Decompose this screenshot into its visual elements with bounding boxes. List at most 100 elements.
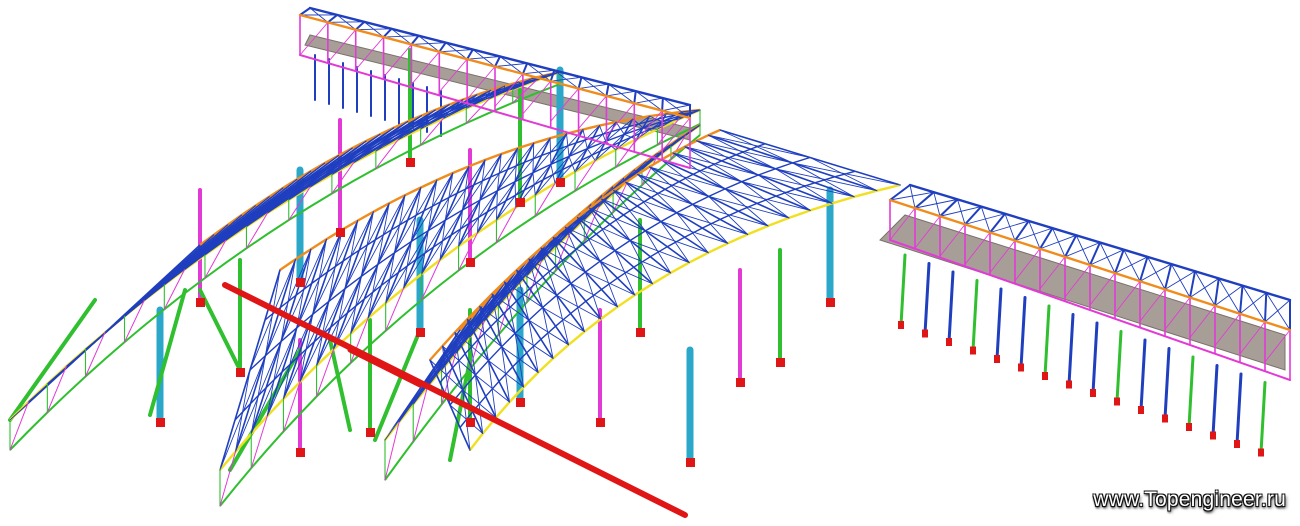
wing-column xyxy=(923,262,931,335)
roof-rib xyxy=(1164,263,1173,291)
base-plate xyxy=(516,198,525,207)
roof-rib xyxy=(299,7,311,16)
web-member xyxy=(85,332,106,378)
x-brace xyxy=(549,137,552,165)
base-plate xyxy=(1066,380,1072,389)
base-plate xyxy=(736,378,745,387)
wing-column xyxy=(1067,313,1075,386)
arch-truss xyxy=(384,123,701,481)
roof-rib xyxy=(354,20,366,31)
x-brace xyxy=(570,283,619,308)
x-brace xyxy=(660,221,690,264)
roof-rib xyxy=(1014,219,1030,242)
x-brace xyxy=(676,212,709,254)
x-brace xyxy=(528,319,570,346)
base-plate xyxy=(636,328,645,337)
x-brace xyxy=(360,211,374,277)
roof-rib xyxy=(605,83,610,97)
base-plate xyxy=(296,448,305,457)
base-plate xyxy=(1210,431,1216,440)
wing-column xyxy=(1043,304,1051,378)
x-brace xyxy=(474,374,510,403)
roof-rib xyxy=(939,198,959,218)
roof-rib xyxy=(410,34,420,46)
roof-rib xyxy=(1264,291,1268,323)
inclined-brace xyxy=(198,288,242,372)
base-plate xyxy=(1042,372,1048,380)
base-plate xyxy=(596,418,605,427)
wing-column xyxy=(1019,296,1027,369)
inclined-brace xyxy=(8,298,97,422)
base-plate xyxy=(196,298,205,307)
base-plate xyxy=(1186,423,1192,431)
base-plate xyxy=(1234,440,1240,448)
roof-rib xyxy=(494,55,501,68)
roof-rib xyxy=(438,41,447,53)
base-plate xyxy=(1114,397,1120,406)
roof-rib xyxy=(382,27,393,39)
base-plate xyxy=(556,178,565,187)
base-plate xyxy=(826,298,835,307)
x-brace xyxy=(186,205,256,266)
roof-rib xyxy=(521,62,529,75)
base-plate xyxy=(366,428,375,437)
web-member xyxy=(46,365,67,413)
base-plate xyxy=(686,458,695,467)
x-brace xyxy=(514,181,517,208)
base-plate xyxy=(1162,414,1168,423)
wing-column xyxy=(1211,364,1219,437)
x-brace xyxy=(203,196,270,253)
roof-rib xyxy=(989,212,1006,234)
chord xyxy=(469,183,901,451)
roof-rib xyxy=(661,97,664,112)
wing-column xyxy=(1259,381,1267,454)
roof-rib xyxy=(964,205,983,226)
wing-column xyxy=(1115,330,1123,403)
base-plate xyxy=(898,321,904,329)
base-plate xyxy=(406,158,415,167)
x-brace xyxy=(542,307,585,333)
x-brace xyxy=(599,260,653,285)
inclined-brace xyxy=(328,338,352,432)
wing-column xyxy=(1235,372,1243,446)
base-plate xyxy=(416,328,425,337)
base-plate xyxy=(994,355,1000,363)
base-plate xyxy=(296,278,305,287)
base-plate xyxy=(970,346,976,355)
x-brace xyxy=(328,229,343,302)
x-brace xyxy=(644,230,672,274)
wing-column xyxy=(995,287,1003,361)
x-brace xyxy=(696,140,759,176)
chord xyxy=(57,71,561,377)
wing-column xyxy=(899,253,907,327)
x-brace xyxy=(532,142,535,174)
x-brace xyxy=(684,146,743,183)
x-brace xyxy=(707,134,811,158)
x-brace xyxy=(495,190,498,221)
base-plate xyxy=(776,358,785,367)
chord xyxy=(9,70,561,421)
base-plate xyxy=(336,228,345,237)
x-brace xyxy=(220,187,284,241)
base-plate xyxy=(516,398,525,407)
wing-column xyxy=(1139,338,1147,412)
base-plate xyxy=(1018,363,1024,372)
roof-rib xyxy=(1189,270,1196,299)
wing-column xyxy=(1091,321,1099,395)
base-plate xyxy=(156,418,165,427)
roof-rib xyxy=(1239,284,1244,315)
base-plate xyxy=(466,418,475,427)
roof-rib xyxy=(326,13,339,24)
x-brace xyxy=(684,146,776,170)
base-plate xyxy=(1090,389,1096,397)
x-brace xyxy=(312,238,327,315)
floor-slabs xyxy=(304,34,1286,371)
structural-model-scene xyxy=(8,6,1292,518)
x-brace xyxy=(792,162,901,186)
wing-column xyxy=(947,270,955,344)
x-brace xyxy=(696,140,794,164)
roof-rib xyxy=(577,76,583,90)
base-plate xyxy=(946,338,952,346)
column-base-plates xyxy=(156,158,1264,518)
watermark-text: www.Topengineer.ru xyxy=(1093,488,1286,511)
